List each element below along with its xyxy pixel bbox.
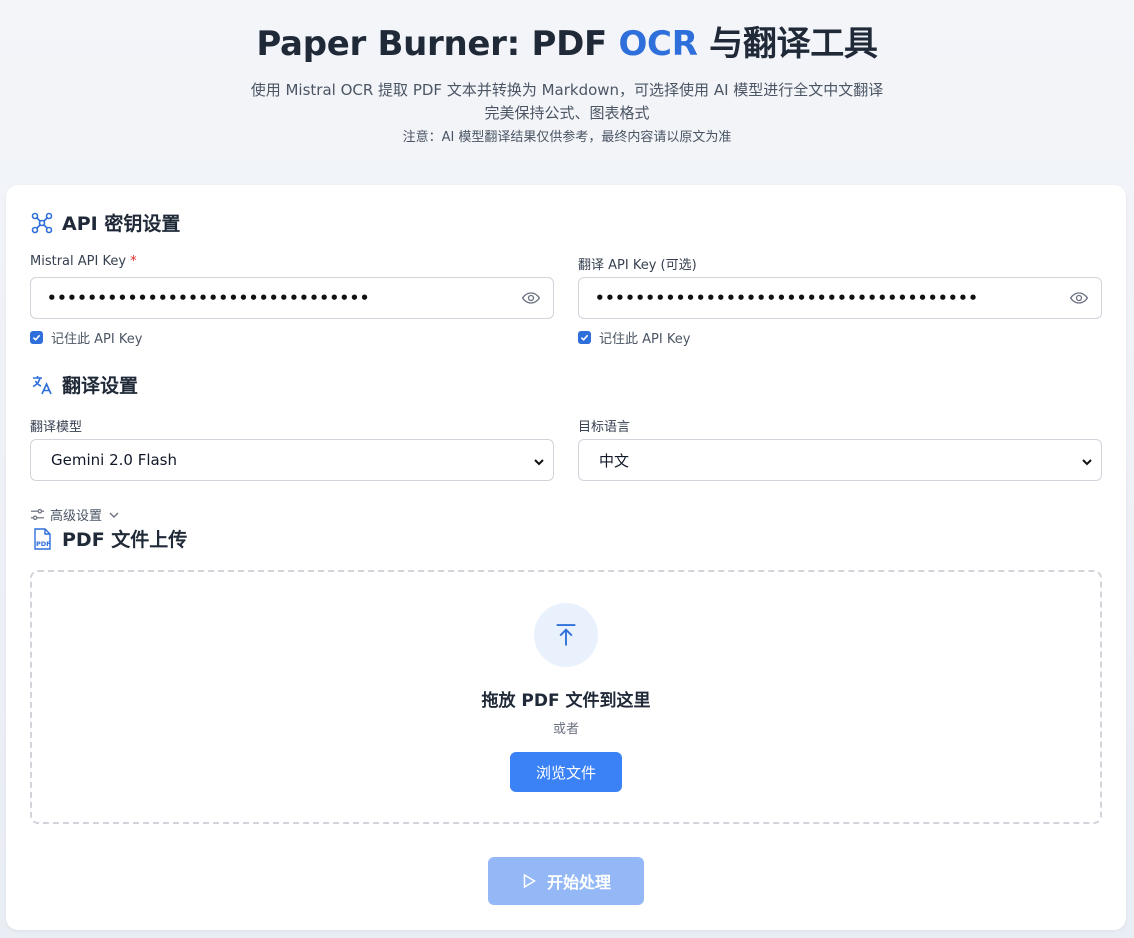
translate-key-input[interactable]: •••••••••••••••••••••••••••••••••••••• <box>578 277 1102 319</box>
chevron-down-icon <box>108 509 120 521</box>
page-header: Paper Burner: PDF OCR 与翻译工具 使用 Mistral O… <box>0 0 1134 185</box>
svg-text:PDF: PDF <box>36 540 51 548</box>
show-password-icon[interactable] <box>521 288 541 308</box>
start-processing-button[interactable]: 开始处理 <box>488 857 644 905</box>
page-title: Paper Burner: PDF OCR 与翻译工具 <box>256 24 878 64</box>
page-subtitle: 使用 Mistral OCR 提取 PDF 文本并转换为 Markdown，可选… <box>250 81 884 122</box>
pdf-dropzone[interactable]: 拖放 PDF 文件到这里 或者 浏览文件 <box>30 570 1102 824</box>
mistral-key-label: Mistral API Key * <box>30 254 137 269</box>
translate-remember-checkbox[interactable]: 记住此 API Key <box>578 328 690 347</box>
api-section-title: API 密钥设置 <box>30 209 180 236</box>
play-icon <box>523 873 536 889</box>
translate-key-label: 翻译 API Key (可选) <box>578 258 697 273</box>
network-icon <box>30 211 54 235</box>
model-select[interactable]: Gemini 2.0 Flash <box>30 439 554 481</box>
show-password-icon[interactable] <box>1069 288 1089 308</box>
upload-icon <box>534 603 598 667</box>
browse-files-button[interactable]: 浏览文件 <box>510 752 622 792</box>
mistral-key-input[interactable]: •••••••••••••••••••••••••••••••• <box>30 277 554 319</box>
disclaimer-note: 注意：AI 模型翻译结果仅供参考，最终内容请以原文为准 <box>402 130 732 145</box>
sliders-icon <box>30 507 45 522</box>
pdf-file-icon: PDF <box>30 527 54 551</box>
checkbox-checked-icon[interactable] <box>578 331 591 344</box>
mistral-remember-checkbox[interactable]: 记住此 API Key <box>30 328 142 347</box>
or-separator: 或者 <box>552 722 579 737</box>
advanced-settings-toggle[interactable]: 高级设置 <box>30 505 120 524</box>
translate-icon <box>30 373 54 397</box>
upload-section-title: PDF PDF 文件上传 <box>30 525 187 552</box>
chevron-down-icon <box>1081 454 1093 466</box>
language-select[interactable]: 中文 <box>578 439 1102 481</box>
chevron-down-icon <box>533 454 545 466</box>
model-label: 翻译模型 <box>30 420 83 435</box>
drop-instruction: 拖放 PDF 文件到这里 <box>481 691 651 711</box>
translate-section-title: 翻译设置 <box>30 371 138 398</box>
checkbox-checked-icon[interactable] <box>30 331 43 344</box>
language-label: 目标语言 <box>578 420 631 435</box>
settings-card: API 密钥设置 Mistral API Key * •••••••••••••… <box>6 185 1126 930</box>
